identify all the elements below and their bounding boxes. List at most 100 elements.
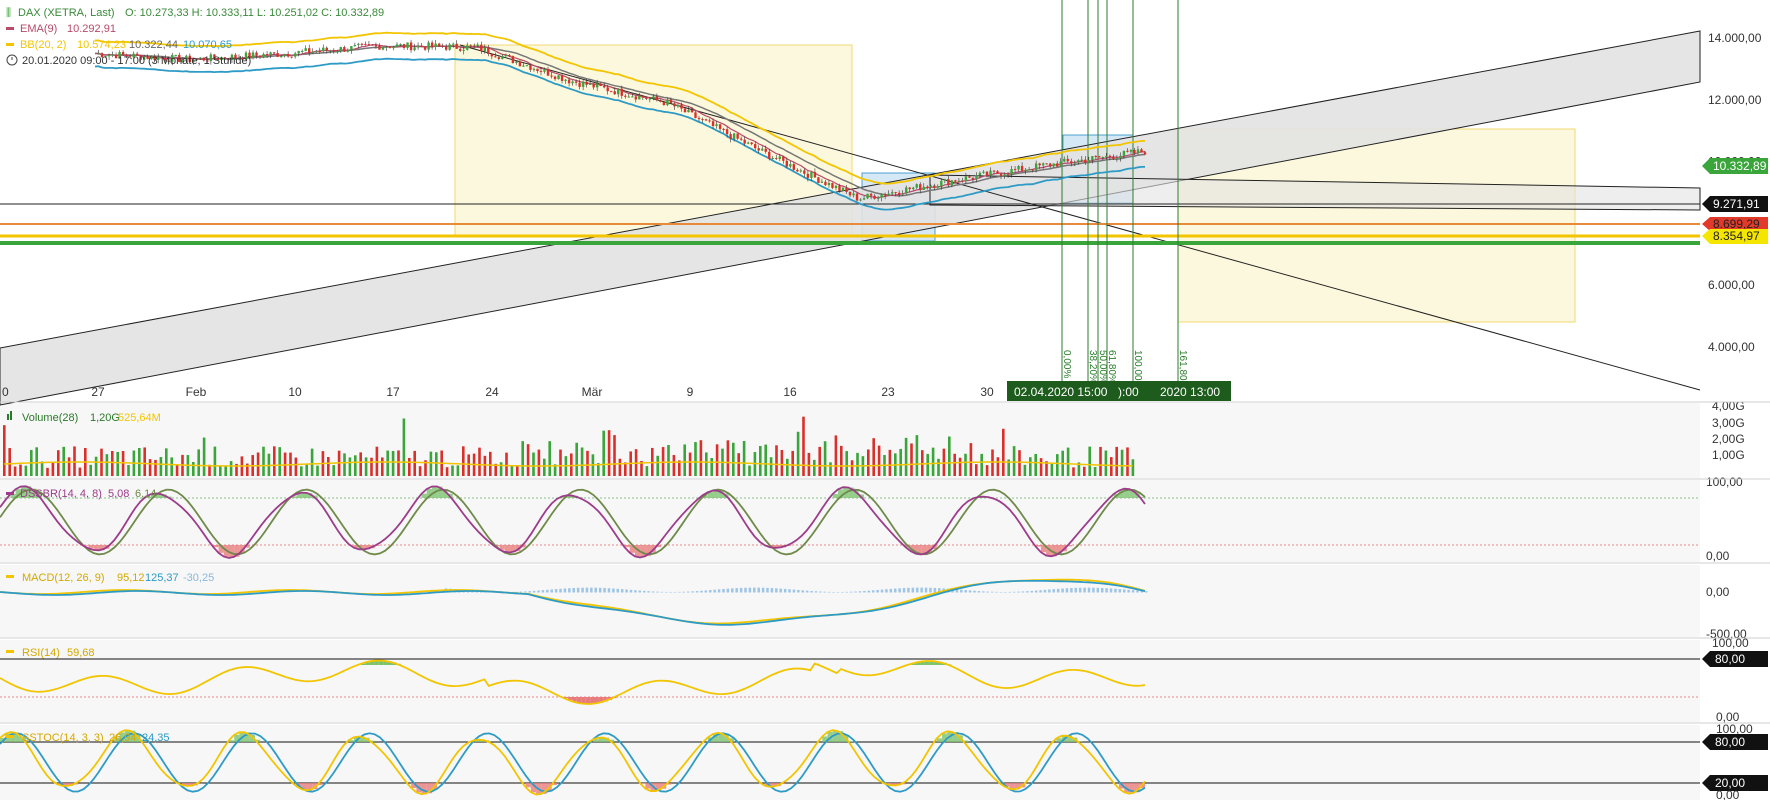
macd-hist-bar — [1078, 587, 1082, 593]
macd-hist-bar — [933, 587, 937, 593]
macd-hist-bar — [660, 591, 664, 593]
candle-body — [634, 96, 638, 100]
macd-hist-bar — [546, 589, 549, 593]
price-tick-label: 4.000,00 — [1708, 340, 1755, 354]
volume-bar — [802, 416, 805, 476]
volume-bar — [165, 448, 168, 476]
volume-bar — [980, 453, 983, 476]
volume-bar — [586, 450, 589, 476]
candle-body — [353, 44, 357, 47]
volume-bar — [413, 450, 416, 476]
volume-bar — [1056, 454, 1059, 476]
candle-body — [985, 171, 989, 176]
volume-bar — [170, 457, 173, 476]
volume-bar — [1034, 454, 1037, 476]
chart-canvas[interactable]: 0,00% 38,20% 50,00%61,80% 100,00% 161,80% 14… — [0, 0, 1770, 800]
candle-body — [778, 156, 781, 159]
candle-body — [950, 180, 954, 186]
volume-bar — [300, 466, 303, 476]
volume-bar — [1012, 446, 1016, 476]
candle-body — [297, 50, 300, 54]
volume-bar — [138, 448, 141, 476]
date-tick-label: 10 — [288, 385, 302, 399]
candle-body — [494, 56, 497, 58]
dssbr-value-2: 6,14 — [135, 488, 156, 500]
macd-hist-bar — [607, 588, 611, 593]
volume-bar — [57, 450, 60, 476]
volume-bar — [537, 449, 541, 476]
macd-hist-bar — [876, 589, 879, 593]
volume-bar — [418, 466, 422, 476]
candle-body — [736, 133, 739, 139]
volume-bar — [624, 462, 627, 476]
candle-body — [610, 91, 613, 93]
candle-body — [1108, 155, 1112, 158]
candle-body — [1126, 150, 1129, 152]
volume-bar — [607, 430, 611, 476]
volume-bar — [921, 450, 924, 476]
candle-body — [701, 119, 704, 121]
dssbr-name: DSSBR(14, 4, 8) — [20, 488, 102, 500]
volume-bar — [985, 465, 989, 476]
macd-hist-bar — [801, 590, 804, 593]
volume-bar — [775, 445, 778, 476]
candle-body — [775, 158, 778, 160]
candle-body — [385, 46, 388, 48]
candle-body — [459, 48, 462, 51]
candle-body — [803, 170, 806, 174]
macd-value-2: 125,37 — [145, 572, 179, 584]
macd-hist-bar — [761, 587, 765, 593]
macd-hist-bar — [528, 591, 531, 593]
macd-hist-bar — [1074, 587, 1078, 593]
macd-hist-bar — [1030, 590, 1033, 593]
candle-body — [961, 180, 964, 182]
macd-hist-bar — [704, 590, 708, 593]
volume-bar — [89, 464, 92, 476]
macd-hist-bar — [1017, 591, 1020, 593]
macd-hist-bar — [1034, 590, 1038, 593]
candle-body — [536, 68, 539, 72]
candle-body — [399, 44, 402, 46]
macd-hist-bar — [1070, 587, 1073, 593]
candle-body — [255, 52, 258, 56]
candle-body — [532, 68, 536, 70]
macd-hist-bar — [603, 587, 606, 593]
candle-body — [782, 156, 785, 161]
level-label-9271: 9.271,91 — [1713, 197, 1760, 211]
candle-body — [817, 177, 820, 183]
macd-hist-bar — [902, 588, 906, 593]
candle-body — [350, 46, 353, 51]
candle-body — [869, 193, 873, 196]
candle-body — [1041, 163, 1045, 166]
candle-body — [989, 170, 992, 176]
macd-hist-bar — [581, 587, 584, 593]
volume-bar — [645, 466, 649, 476]
candle-body — [543, 69, 546, 72]
candle-body — [300, 50, 304, 52]
rsi-oversold-fill — [576, 697, 582, 703]
volume-tick-label: 1,00G — [1712, 448, 1745, 462]
volume-bar — [1029, 457, 1032, 476]
macd-hist-bar — [1114, 588, 1117, 593]
macd-hist-bar — [709, 590, 712, 593]
candle-body — [1136, 149, 1140, 154]
volume-value-2: 525,64M — [118, 412, 161, 424]
candle-body — [971, 177, 975, 180]
volume-bar — [877, 445, 881, 476]
macd-hist-bar — [982, 591, 985, 593]
macd-hist-bar — [563, 588, 567, 593]
macd-hist-bar — [594, 587, 598, 593]
candle-body — [1034, 163, 1038, 171]
candle-body — [392, 46, 395, 49]
candle-body — [511, 56, 515, 63]
volume-bar — [19, 464, 22, 476]
volume-bar — [818, 446, 821, 476]
candle-body — [848, 191, 852, 196]
candle-body — [367, 44, 371, 46]
volume-bar — [116, 451, 119, 476]
date-tick-label: Mär — [582, 385, 603, 399]
volume-bar — [548, 441, 551, 476]
volume-bar — [526, 444, 530, 476]
volume-bar — [197, 449, 200, 476]
candle-body — [789, 164, 792, 167]
